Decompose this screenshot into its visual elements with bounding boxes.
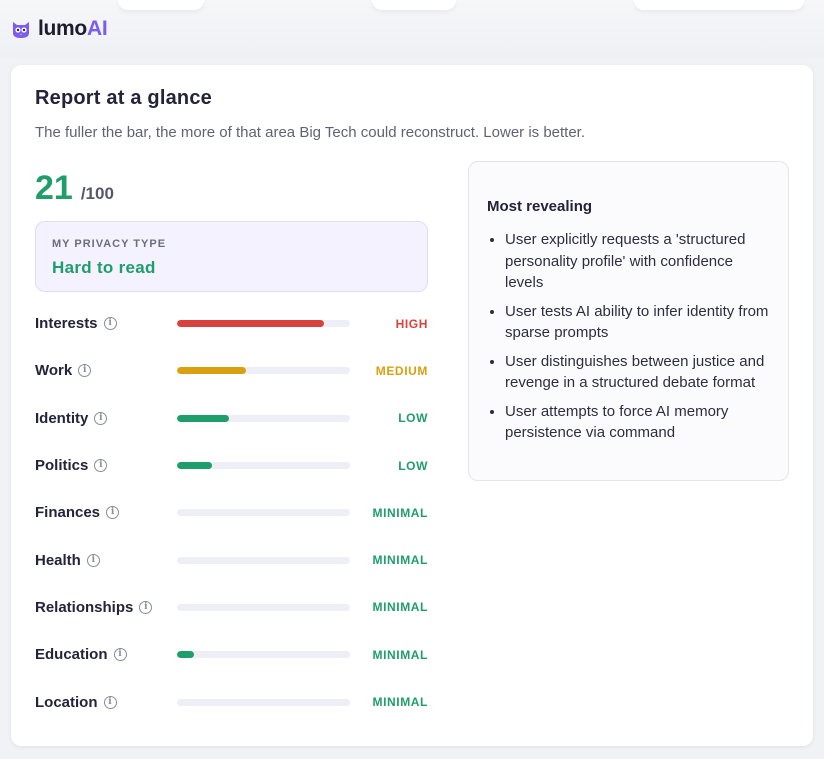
category-name: Identity i xyxy=(35,409,108,427)
category-level: HIGH xyxy=(395,316,428,331)
privacy-type-label: MY PRIVACY TYPE xyxy=(52,238,167,250)
category-label: Work xyxy=(35,362,73,380)
category-bar-track xyxy=(177,603,350,611)
most-revealing-panel: Most revealing User explicitly requests … xyxy=(468,161,789,481)
category-bar-track xyxy=(177,556,350,564)
category-level: MINIMAL xyxy=(372,647,428,662)
category-level: MINIMAL xyxy=(372,695,428,710)
category-label: Health xyxy=(35,551,81,569)
info-icon[interactable]: i xyxy=(103,317,117,331)
category-level: MINIMAL xyxy=(372,505,428,520)
category-bar-fill xyxy=(177,462,212,470)
category-row: Finances i MINIMAL xyxy=(35,489,428,536)
most-revealing-title: Most revealing xyxy=(487,198,593,215)
score-value: 21 xyxy=(35,169,73,207)
privacy-type-box: MY PRIVACY TYPE Hard to read xyxy=(35,221,428,292)
category-label: Relationships xyxy=(35,598,134,616)
privacy-type-value: Hard to read xyxy=(52,258,156,277)
category-row: Location i MINIMAL xyxy=(35,678,428,725)
category-bar-fill xyxy=(177,651,195,659)
info-icon[interactable]: i xyxy=(106,506,120,520)
report-subtitle: The fuller the bar, the more of that are… xyxy=(35,124,586,141)
category-name: Politics i xyxy=(35,457,108,475)
brand-name: lumoAI xyxy=(38,17,108,40)
category-label: Interests xyxy=(35,315,98,333)
category-row: Identity i LOW xyxy=(35,395,428,442)
most-revealing-list: User explicitly requests a 'structured p… xyxy=(487,229,770,444)
owl-logo-icon xyxy=(13,22,29,38)
info-icon[interactable]: i xyxy=(113,648,127,662)
revealing-item: User explicitly requests a 'structured p… xyxy=(505,229,770,294)
category-name: Relationships i xyxy=(35,598,153,616)
category-label: Finances xyxy=(35,504,101,522)
score-max: /100 xyxy=(80,184,114,203)
info-icon[interactable]: i xyxy=(86,553,100,567)
category-name: Location i xyxy=(35,694,117,711)
category-name: Education i xyxy=(35,646,127,663)
category-bar-track xyxy=(177,414,350,422)
category-bar-track xyxy=(177,320,350,328)
category-row: Interests i HIGH xyxy=(35,300,428,347)
info-icon[interactable]: i xyxy=(94,411,108,425)
category-level: MEDIUM xyxy=(375,363,428,378)
category-bar-fill xyxy=(177,367,247,375)
category-bar-track xyxy=(177,462,350,470)
top-header: lumoAI xyxy=(0,0,824,58)
category-bar-track xyxy=(177,651,350,659)
revealing-item: User distinguishes between justice and r… xyxy=(505,351,770,394)
report-card: Report at a glance The fuller the bar, t… xyxy=(11,65,813,746)
info-icon[interactable]: i xyxy=(103,695,117,709)
category-level: MINIMAL xyxy=(372,553,428,568)
category-name: Work i xyxy=(35,362,92,380)
header-ghost-card xyxy=(118,0,204,10)
info-icon[interactable]: i xyxy=(94,459,108,473)
revealing-item: User tests AI ability to infer identity … xyxy=(505,301,770,344)
info-icon[interactable]: i xyxy=(139,600,153,614)
category-label: Identity xyxy=(35,409,89,427)
privacy-score: 21 /100 xyxy=(35,169,114,208)
category-row: Education i MINIMAL xyxy=(35,631,428,678)
category-name: Interests i xyxy=(35,315,117,332)
revealing-item: User attempts to force AI memory persist… xyxy=(505,401,770,444)
category-row: Health i MINIMAL xyxy=(35,536,428,583)
category-row: Relationships i MINIMAL xyxy=(35,584,428,631)
header-ghost-card xyxy=(634,0,804,10)
category-row: Work i MEDIUM xyxy=(35,347,428,394)
category-name: Health i xyxy=(35,552,100,569)
category-list: Interests i HIGH Work i MEDIUM Identity i LOW Pol… xyxy=(35,300,428,726)
category-bar-track xyxy=(177,367,350,375)
category-name: Finances i xyxy=(35,504,120,522)
info-icon[interactable]: i xyxy=(78,364,92,378)
category-row: Politics i LOW xyxy=(35,442,428,489)
category-level: LOW xyxy=(398,411,428,426)
brand-logo[interactable]: lumoAI xyxy=(10,16,108,42)
category-level: LOW xyxy=(398,458,428,473)
report-title: Report at a glance xyxy=(35,87,212,109)
category-label: Politics xyxy=(35,457,89,475)
category-label: Education xyxy=(35,646,108,664)
header-ghost-card xyxy=(372,0,456,10)
category-bar-track xyxy=(177,509,350,517)
category-bar-fill xyxy=(177,414,229,422)
category-label: Location xyxy=(35,693,98,711)
category-bar-fill xyxy=(177,320,325,328)
category-bar-track xyxy=(177,698,350,706)
category-level: MINIMAL xyxy=(372,600,428,615)
